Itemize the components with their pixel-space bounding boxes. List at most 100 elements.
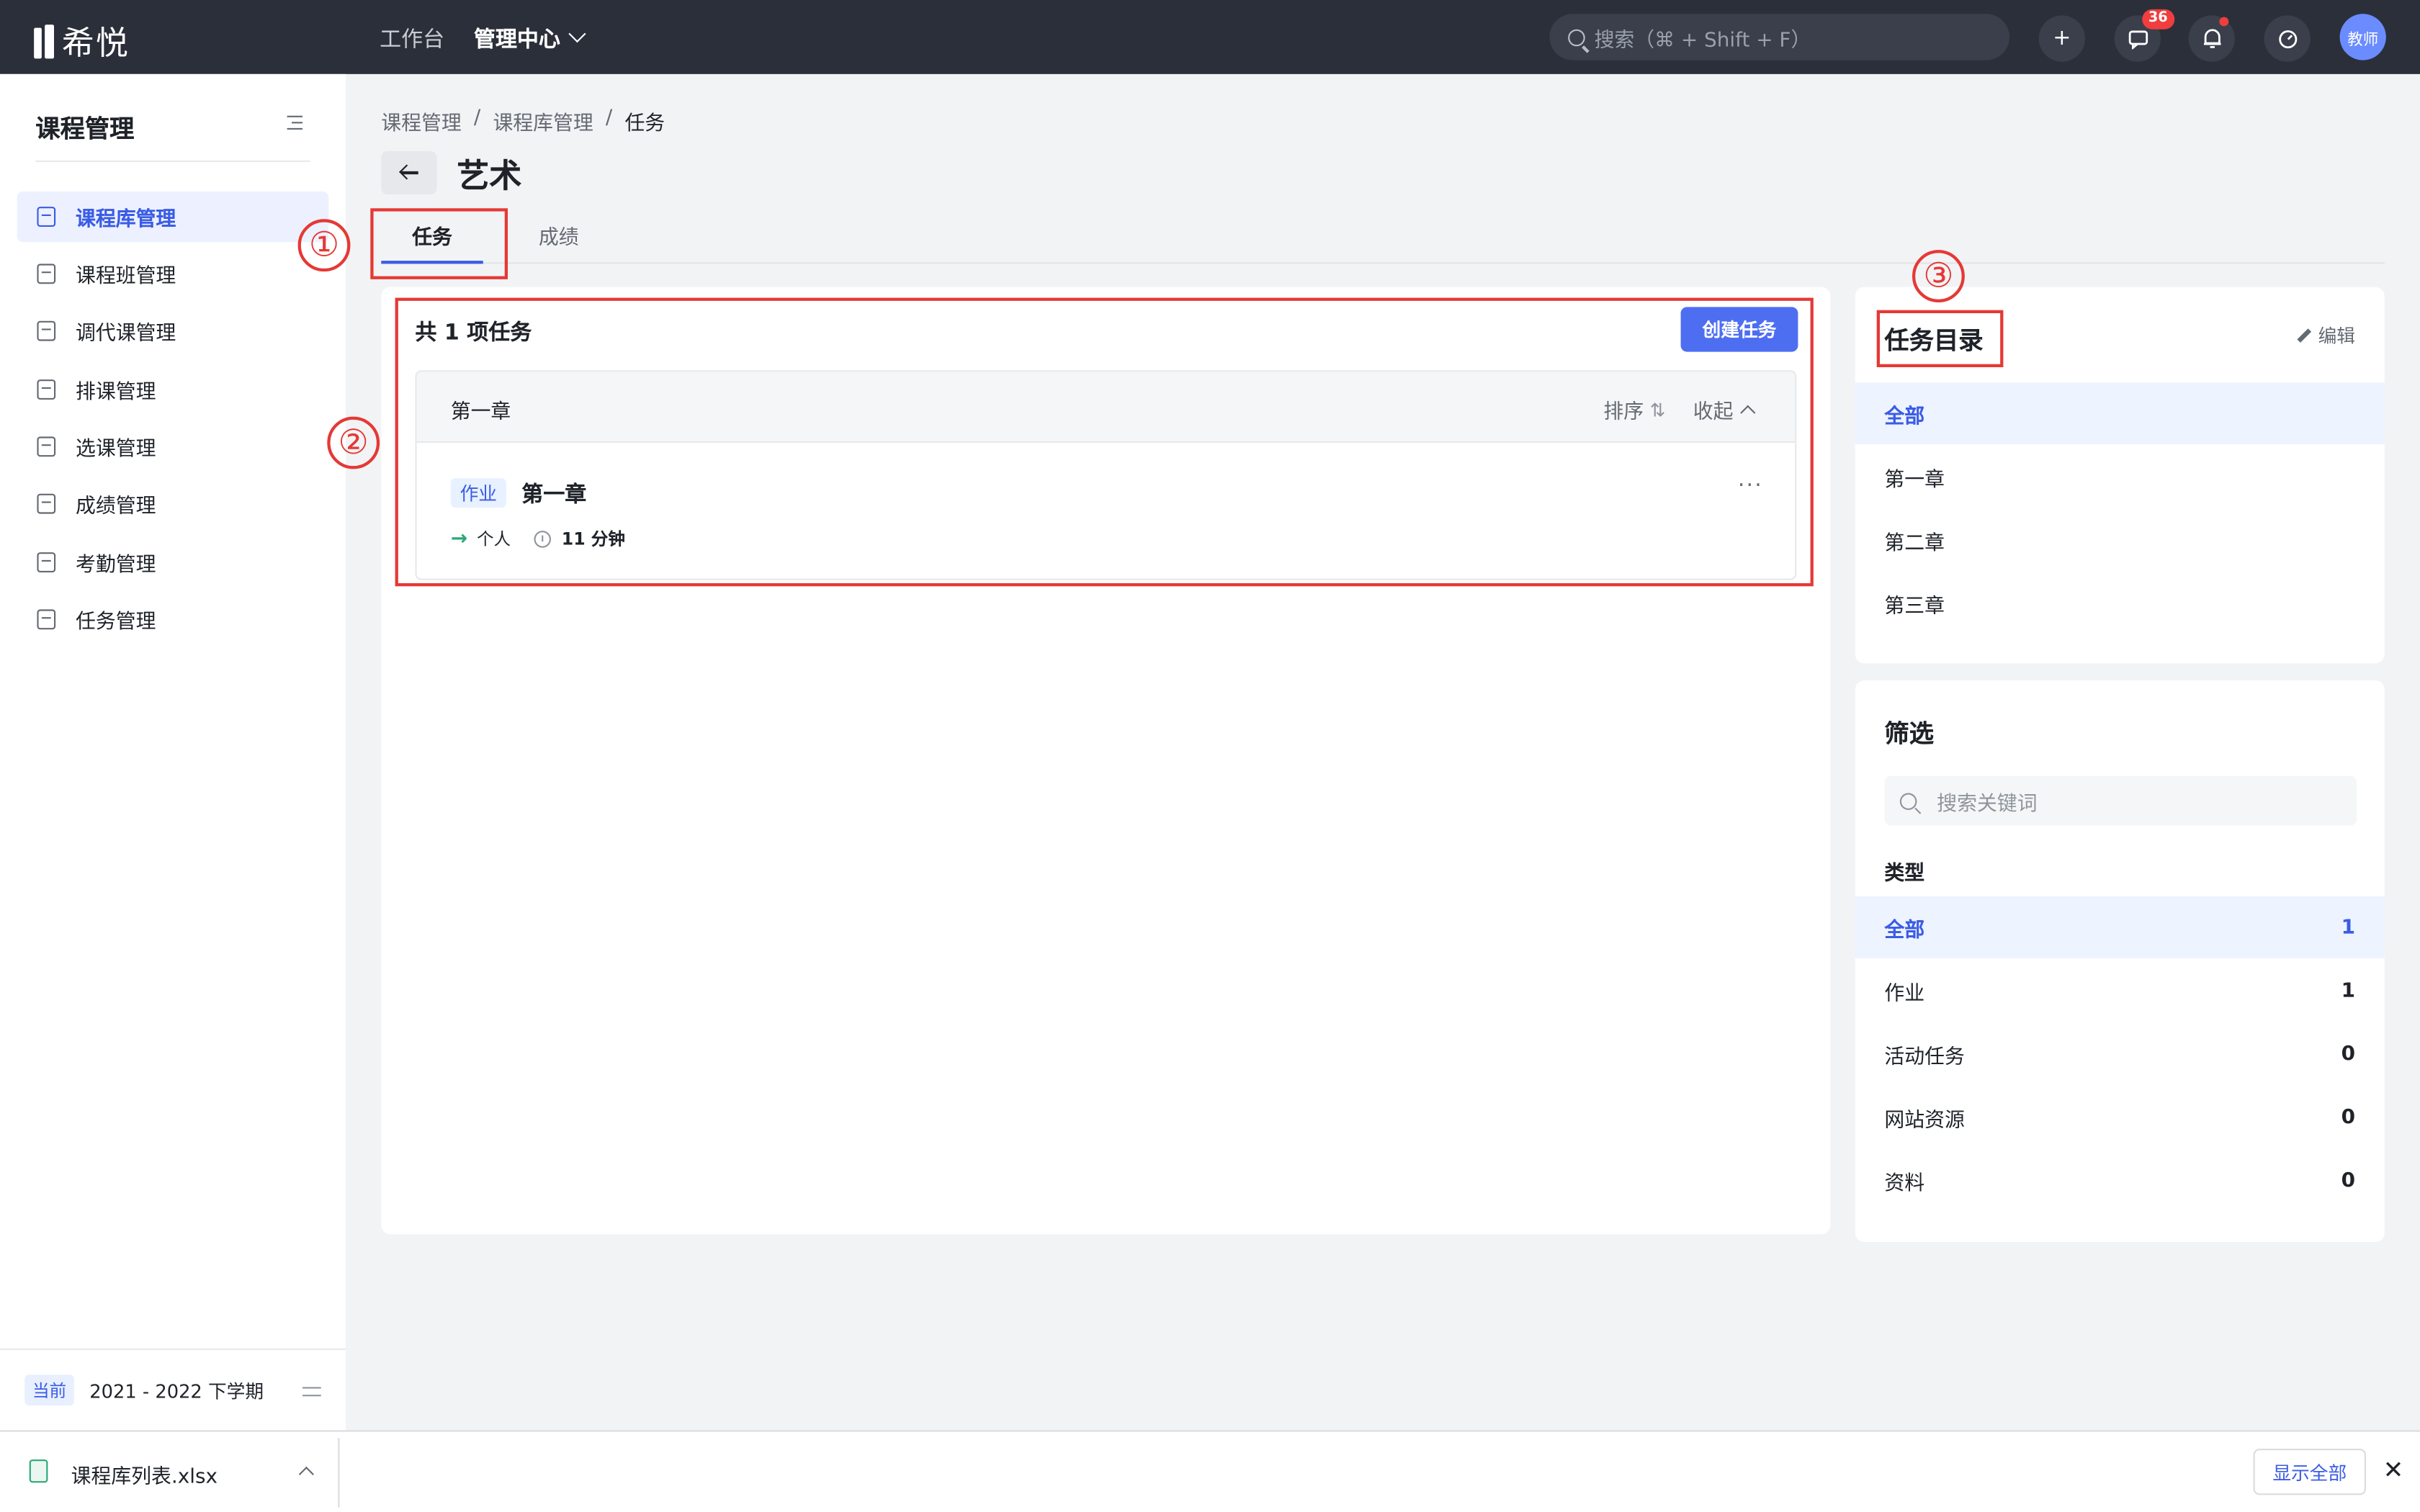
sidebar-item-label: 任务管理 (76, 611, 156, 634)
sidebar-item-label: 成绩管理 (76, 495, 156, 518)
add-button[interactable]: + (2038, 15, 2085, 62)
directory-item-chapter-3[interactable]: 第三章 (1855, 572, 2385, 634)
tab-grades[interactable]: 成绩 (539, 220, 579, 250)
sidebar-item-tasks[interactable]: 任务管理 (17, 594, 329, 645)
breadcrumb-course-library[interactable]: 课程库管理 (493, 107, 593, 135)
collapse-sidebar-icon[interactable] (284, 115, 302, 131)
search-icon (1568, 28, 1585, 46)
selection-icon (37, 436, 56, 457)
edit-directory-button[interactable]: 编辑 (2297, 323, 2355, 348)
settings-button[interactable] (2264, 15, 2311, 62)
show-all-downloads-button[interactable]: 显示全部 (2253, 1449, 2366, 1495)
nav-management-center[interactable]: 管理中心 (474, 23, 560, 54)
breadcrumb-current: 任务 (624, 112, 666, 136)
type-filter-material[interactable]: 资料 0 (1855, 1149, 2385, 1211)
type-filter-count: 0 (2341, 1169, 2355, 1192)
pencil-icon (2297, 328, 2312, 343)
type-filter-label: 资料 (1884, 1171, 1925, 1195)
type-filter-homework[interactable]: 作业 1 (1855, 960, 2385, 1022)
current-term: 2021 - 2022 下学期 (89, 1380, 264, 1402)
attendance-icon (37, 552, 56, 572)
type-filter-activity[interactable]: 活动任务 0 (1855, 1023, 2385, 1085)
plus-icon: + (2053, 26, 2071, 51)
keyword-search-input[interactable]: 搜索关键词 (1884, 775, 2357, 826)
annotation-box-tabs (370, 208, 508, 279)
breadcrumb-course-management[interactable]: 课程管理 (381, 107, 461, 135)
top-navigation-bar: 希悦 工作台 管理中心 搜索（⌘ + Shift + F） + 36 教师 (0, 0, 2420, 74)
grade-icon (37, 493, 56, 514)
sidebar-item-substitute[interactable]: 调代课管理 (17, 305, 329, 356)
sidebar: 课程管理 课程库管理 课程班管理 调代课管理 排课管理 选课管理 成绩管理 考勤… (0, 73, 346, 1431)
annotation-box-directory-title (1876, 310, 2004, 367)
annotation-number-2: ② (327, 416, 380, 469)
bell-icon (2202, 29, 2220, 48)
notifications-button[interactable] (2188, 15, 2235, 62)
chevron-up-icon[interactable] (298, 1466, 314, 1482)
gauge-icon (2278, 30, 2297, 48)
logo-mark-icon (34, 24, 55, 59)
download-file-name[interactable]: 课程库列表.xlsx (71, 1459, 218, 1489)
breadcrumb-separator: / (605, 106, 613, 130)
sidebar-item-label: 课程库管理 (76, 208, 176, 232)
app-logo[interactable]: 希悦 (34, 19, 130, 65)
task-list-icon (37, 609, 56, 630)
sidebar-item-label: 排课管理 (76, 381, 156, 405)
sidebar-item-label: 课程班管理 (76, 265, 176, 289)
global-search-input[interactable]: 搜索（⌘ + Shift + F） (1549, 14, 2009, 60)
search-placeholder: 搜索（⌘ + Shift + F） (1594, 28, 1811, 52)
sidebar-item-scheduling[interactable]: 排课管理 (17, 364, 329, 415)
logo-text: 希悦 (61, 24, 130, 62)
type-filter-count: 1 (2341, 978, 2355, 1002)
message-count-badge: 36 (2142, 9, 2174, 30)
schedule-icon (37, 379, 56, 400)
chat-icon (2128, 30, 2148, 49)
directory-item-chapter-1[interactable]: 第一章 (1855, 446, 2385, 508)
download-divider (338, 1438, 340, 1508)
sidebar-item-course-selection[interactable]: 选课管理 (17, 421, 329, 472)
download-bar: 课程库列表.xlsx 显示全部 ✕ (0, 1430, 2420, 1512)
messages-button[interactable]: 36 (2114, 9, 2174, 62)
substitute-icon (37, 320, 56, 341)
directory-item-all[interactable]: 全部 (1855, 382, 2385, 445)
breadcrumb-separator: / (473, 106, 481, 130)
type-filter-label: 活动任务 (1884, 1045, 1965, 1068)
class-icon (37, 264, 56, 284)
back-button[interactable] (381, 151, 437, 194)
tabs-divider (381, 262, 2385, 264)
type-filter-label: 网站资源 (1884, 1108, 1965, 1132)
term-selector[interactable]: 当前 2021 - 2022 下学期 (0, 1348, 346, 1431)
directory-item-chapter-2[interactable]: 第二章 (1855, 509, 2385, 571)
notification-dot (2219, 17, 2229, 27)
annotation-box-task-list (395, 297, 1814, 587)
page-title: 艺术 (457, 157, 522, 194)
user-avatar[interactable]: 教师 (2339, 14, 2386, 60)
keyword-search-placeholder: 搜索关键词 (1937, 792, 2038, 816)
type-filter-count: 0 (2341, 1105, 2355, 1129)
sidebar-item-course-library[interactable]: 课程库管理 (17, 191, 329, 243)
sidebar-item-grades[interactable]: 成绩管理 (17, 478, 329, 529)
sidebar-divider (35, 160, 310, 162)
type-filter-label: 作业 (1884, 981, 1925, 1006)
arrow-left-icon (400, 165, 418, 180)
sidebar-item-label: 选课管理 (76, 438, 156, 462)
sidebar-item-course-class[interactable]: 课程班管理 (17, 248, 329, 300)
annotation-number-3: ③ (1912, 250, 1965, 302)
edit-label: 编辑 (2318, 325, 2356, 348)
nav-workbench[interactable]: 工作台 (380, 23, 444, 54)
search-icon (1899, 792, 1917, 809)
chevron-down-icon[interactable] (568, 25, 586, 43)
sidebar-item-label: 调代课管理 (76, 322, 176, 346)
type-filter-web-resource[interactable]: 网站资源 0 (1855, 1086, 2385, 1148)
sidebar-item-attendance[interactable]: 考勤管理 (17, 537, 329, 588)
filter-title: 筛选 (1884, 719, 1935, 749)
sidebar-title: 课程管理 (35, 114, 135, 144)
type-filter-all[interactable]: 全部 1 (1855, 896, 2385, 958)
current-term-tag: 当前 (24, 1374, 74, 1406)
close-icon[interactable]: ✕ (2383, 1455, 2404, 1485)
library-icon (37, 207, 56, 227)
swap-icon[interactable] (302, 1384, 321, 1399)
filter-panel: 筛选 搜索关键词 类型 全部 1 作业 1 活动任务 0 网站资源 0 资料 0 (1855, 680, 2385, 1242)
annotation-number-1: ① (297, 219, 351, 272)
type-label: 类型 (1884, 862, 1925, 886)
type-filter-count: 1 (2341, 915, 2355, 939)
